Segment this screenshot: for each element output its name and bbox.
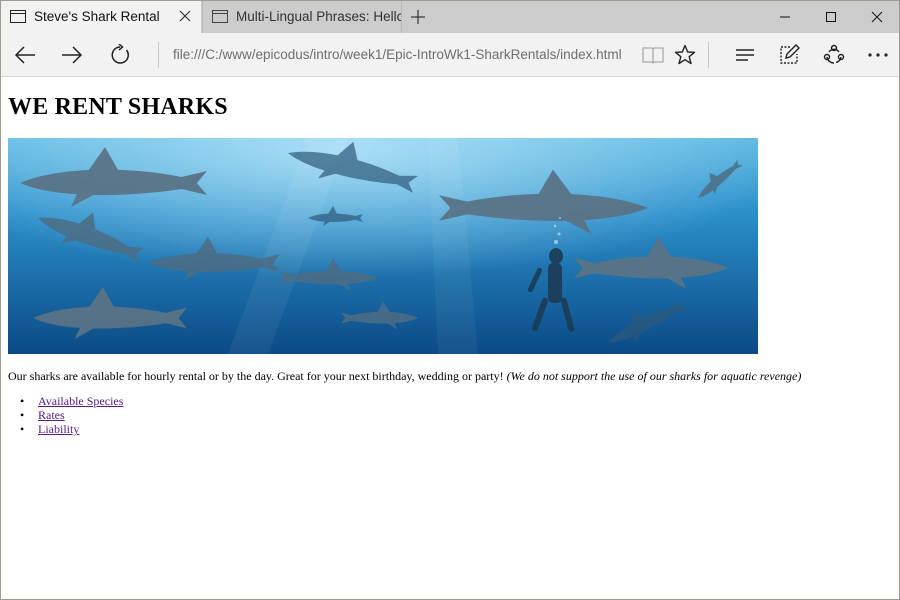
- plus-icon[interactable]: [409, 8, 427, 26]
- more-icon: [868, 53, 888, 57]
- forward-button[interactable]: [58, 41, 86, 69]
- list-item: Liability: [20, 422, 123, 436]
- liability-link[interactable]: Liability: [38, 422, 79, 436]
- minimize-icon: [780, 16, 790, 18]
- intro-text: Our sharks are available for hourly rent…: [8, 369, 504, 383]
- tab-strip: Steve's Shark Rental Multi-Lingual Phras…: [1, 1, 899, 33]
- refresh-button[interactable]: [106, 41, 134, 69]
- share-button[interactable]: [820, 41, 848, 69]
- reading-view-button[interactable]: [639, 41, 667, 69]
- page-content: WE RENT SHARKS Our sharks are available …: [1, 78, 899, 599]
- toolbar-divider: [708, 42, 709, 68]
- web-note-button[interactable]: [775, 41, 803, 69]
- hub-button[interactable]: [731, 41, 759, 69]
- book-icon: [642, 47, 664, 64]
- tab-title: Steve's Shark Rental: [34, 9, 160, 24]
- close-window-button[interactable]: [854, 1, 899, 33]
- star-icon: [674, 44, 696, 65]
- intro-paragraph: Our sharks are available for hourly rent…: [8, 369, 801, 384]
- intro-note: (We do not support the use of our sharks…: [506, 369, 802, 383]
- page-links: Available Species Rates Liability: [20, 394, 123, 436]
- tab-steves-shark-rental[interactable]: Steve's Shark Rental: [1, 1, 201, 33]
- tab-page-icon: [212, 10, 228, 23]
- favorite-button[interactable]: [671, 41, 699, 69]
- refresh-icon: [111, 44, 129, 64]
- pen-note-icon: [780, 44, 800, 64]
- tab-page-icon: [10, 10, 26, 23]
- available-species-link[interactable]: Available Species: [38, 394, 123, 408]
- navigation-toolbar: file:///C:/www/epicodus/intro/week1/Epic…: [1, 33, 899, 77]
- back-button[interactable]: [11, 41, 39, 69]
- address-divider: [158, 42, 159, 68]
- minimize-button[interactable]: [762, 1, 808, 33]
- browser-window: Steve's Shark Rental Multi-Lingual Phras…: [0, 0, 900, 600]
- hero-image: [8, 138, 758, 354]
- hub-icon: [736, 49, 754, 61]
- list-item: Rates: [20, 408, 123, 422]
- rates-link[interactable]: Rates: [38, 408, 65, 422]
- list-item: Available Species: [20, 394, 123, 408]
- forward-arrow-icon: [62, 46, 83, 64]
- maximize-icon: [826, 12, 836, 22]
- tab-multi-lingual-phrases[interactable]: Multi-Lingual Phrases: Hellc: [202, 1, 402, 33]
- share-icon: [823, 44, 845, 64]
- back-arrow-icon: [14, 46, 35, 64]
- address-bar[interactable]: file:///C:/www/epicodus/intro/week1/Epic…: [173, 47, 622, 62]
- page-heading: WE RENT SHARKS: [8, 94, 228, 120]
- more-button[interactable]: [864, 41, 892, 69]
- close-icon: [871, 11, 883, 23]
- maximize-button[interactable]: [808, 1, 854, 33]
- close-icon[interactable]: [177, 8, 193, 24]
- tab-title: Multi-Lingual Phrases: Hellc: [236, 9, 402, 24]
